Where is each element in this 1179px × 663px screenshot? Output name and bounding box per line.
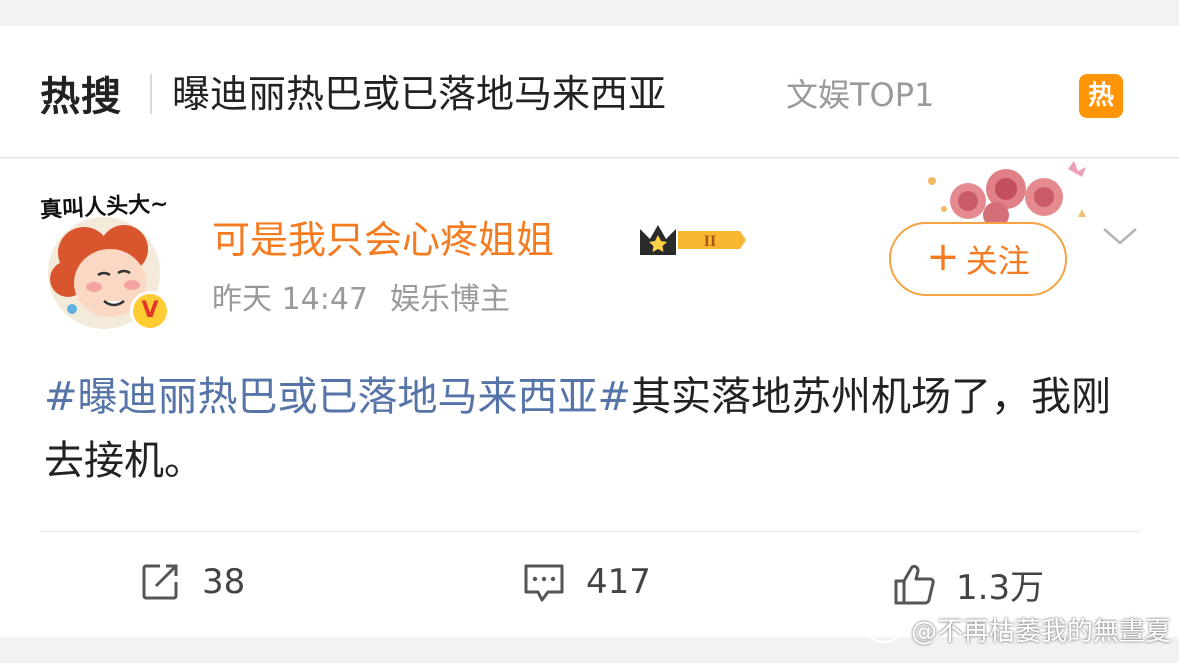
hot-search-logo-text: 热搜 [40, 74, 122, 120]
post-meta: 昨天 14:47 娱乐博主 [212, 279, 510, 321]
member-crown-icon: II [640, 225, 746, 255]
comment-button[interactable]: 417 [522, 560, 651, 604]
plus-icon: + [926, 234, 960, 280]
post-content: #曝迪丽热巴或已落地马来西亚#其实落地苏州机场了，我刚去接机。 [44, 365, 1144, 493]
flower-decoration-icon [928, 161, 1086, 228]
watermark-text: @不再枯萎我的無晝夏 [910, 617, 1171, 647]
repost-button[interactable]: 38 [138, 560, 245, 604]
hot-search-title[interactable]: 曝迪丽热巴或已落地马来西亚 [172, 68, 666, 120]
header-divider [150, 74, 152, 114]
hot-badge: 热 [1079, 74, 1123, 118]
like-count: 1.3万 [956, 568, 1045, 608]
hot-search-header[interactable]: 热搜 曝迪丽热巴或已落地马来西亚 文娱TOP1 热 [0, 26, 1179, 158]
member-level-text: II [704, 233, 716, 250]
repost-count: 38 [202, 562, 246, 602]
post-source: 娱乐博主 [390, 282, 510, 317]
username[interactable]: 可是我只会心疼姐姐 [212, 215, 554, 265]
post-time: 昨天 14:47 [212, 282, 368, 317]
hot-search-logo: 热搜 [40, 67, 122, 120]
comment-icon [524, 564, 564, 602]
follow-label: 关注 [965, 242, 1030, 280]
weibo-logo-icon [868, 617, 905, 643]
status-bar-strip [0, 0, 1179, 26]
verified-badge-icon: V [130, 291, 170, 331]
chevron-down-icon[interactable] [1100, 221, 1140, 251]
weibo-post-card: 真叫人头大~ V 可是我只会心疼姐姐 II 昨天 14:47 娱乐博主 + 关注… [0, 159, 1179, 637]
like-button[interactable]: 1.3万 [892, 560, 1044, 609]
user-avatar[interactable]: 真叫人头大~ V [34, 187, 174, 332]
hashtag-link[interactable]: #曝迪丽热巴或已落地马来西亚# [44, 374, 631, 420]
repost-icon [142, 564, 178, 600]
thumbs-up-icon [894, 564, 935, 604]
watermark: @不再枯萎我的無晝夏 [867, 611, 1171, 648]
follow-button[interactable]: + 关注 [889, 222, 1067, 296]
comment-count: 417 [586, 562, 651, 602]
hot-search-rank: 文娱TOP1 [786, 76, 935, 114]
